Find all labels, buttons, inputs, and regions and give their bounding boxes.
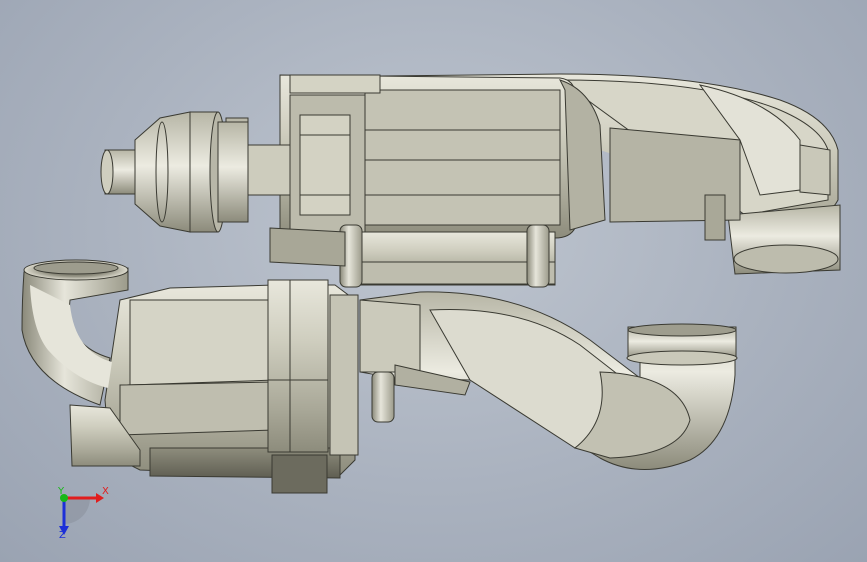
- upper-compressor-assembly: [225, 73, 841, 288]
- lower-turbine-assembly: [21, 259, 738, 494]
- coordinate-triad: [59, 493, 104, 535]
- x-axis-label: X: [102, 486, 109, 497]
- y-axis-label: Y: [58, 486, 65, 497]
- cad-graphics-viewport[interactable]: X Y Z: [0, 0, 867, 562]
- turbocharger-3d-model[interactable]: [0, 0, 867, 562]
- inlet-nozzle: [100, 111, 249, 233]
- z-axis-label: Z: [59, 530, 66, 541]
